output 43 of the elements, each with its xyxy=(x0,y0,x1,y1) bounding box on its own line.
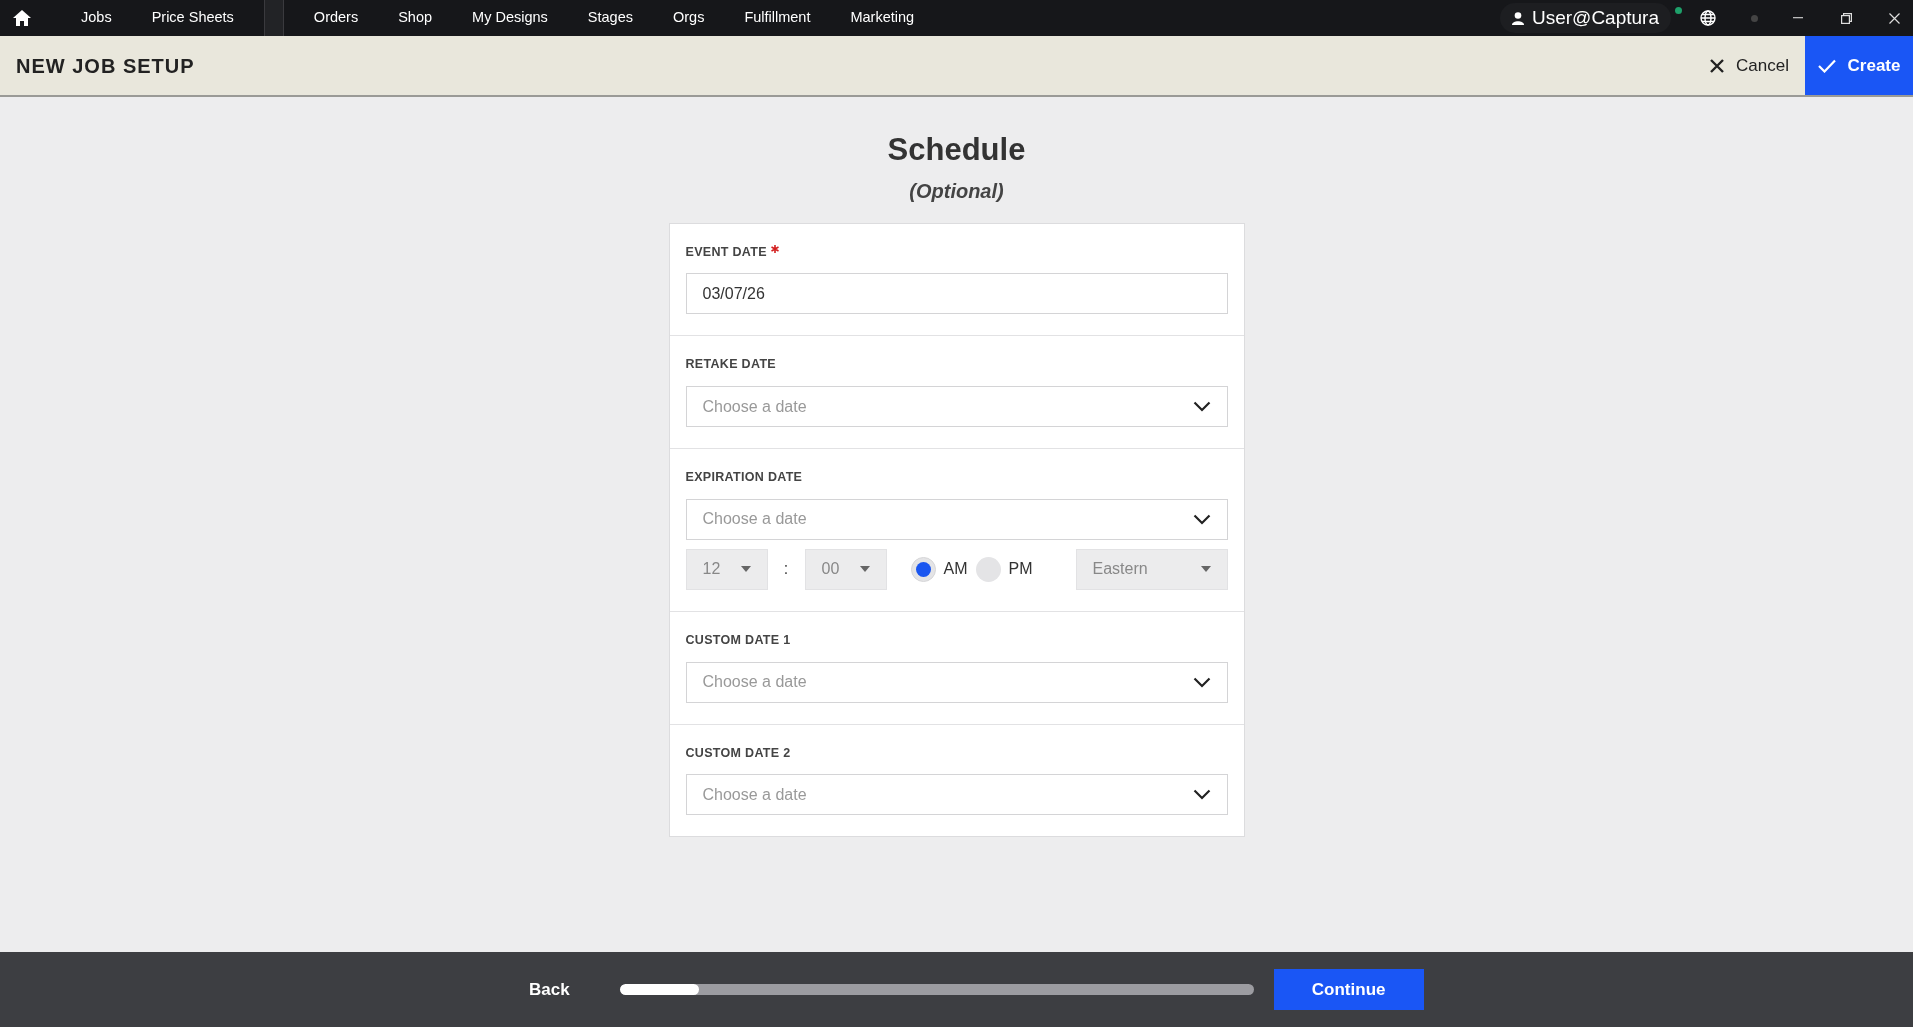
nav-link[interactable]: Orders xyxy=(293,7,379,29)
nav-link[interactable]: Price Sheets xyxy=(131,7,254,29)
radio-label: AM xyxy=(943,559,968,580)
user-icon xyxy=(1512,11,1524,25)
chevron-down-icon xyxy=(1192,789,1211,801)
close-icon xyxy=(1710,58,1725,73)
field-label: RETAKE DATE xyxy=(685,356,776,374)
close-icon[interactable] xyxy=(1889,12,1900,24)
back-button[interactable]: Back xyxy=(529,976,570,1003)
chevron-down-icon xyxy=(1192,401,1211,412)
continue-button[interactable]: Continue xyxy=(1273,969,1424,1010)
nav-link[interactable]: Marketing xyxy=(830,7,935,29)
restore-icon[interactable] xyxy=(1841,12,1852,24)
nav-link[interactable]: Fulfillment xyxy=(724,7,831,29)
caret-down-icon xyxy=(859,566,870,573)
field-label: EXPIRATION DATE xyxy=(685,469,803,486)
date-input[interactable]: 03/07/26 xyxy=(685,273,1228,315)
field-label: CUSTOM DATE 1 xyxy=(685,631,791,649)
chevron-down-icon xyxy=(1192,513,1211,525)
globe-icon[interactable] xyxy=(1700,10,1716,26)
nav-link[interactable]: Orgs xyxy=(652,7,725,29)
radio-button[interactable] xyxy=(975,556,1001,582)
page-title: Schedule xyxy=(887,131,1026,169)
minimize-icon[interactable] xyxy=(1793,17,1803,19)
caret-down-icon xyxy=(740,566,751,573)
nav-link[interactable]: Stages xyxy=(567,7,653,29)
home-icon[interactable] xyxy=(13,10,31,26)
nav-link[interactable]: Shop xyxy=(378,7,453,29)
radio-label: PM xyxy=(1008,559,1033,580)
page-subtitle: (Optional) xyxy=(909,178,1004,204)
radio-button[interactable] xyxy=(910,556,936,582)
check-icon xyxy=(1817,58,1836,73)
cancel-button[interactable]: Cancel xyxy=(1694,36,1805,95)
create-button[interactable]: Create xyxy=(1805,36,1913,95)
time-separator: : xyxy=(782,559,790,580)
caret-down-icon xyxy=(1200,566,1211,573)
page-header-title: NEW JOB SETUP xyxy=(16,53,195,79)
field-label: CUSTOM DATE 2 xyxy=(685,744,791,762)
chevron-down-icon xyxy=(1192,676,1211,688)
nav-link[interactable]: Jobs xyxy=(61,7,132,29)
nav-link[interactable]: My Designs xyxy=(452,7,568,29)
user-pill[interactable]: User@Captura xyxy=(1500,3,1671,33)
field-label: EVENT DATE xyxy=(685,243,767,261)
